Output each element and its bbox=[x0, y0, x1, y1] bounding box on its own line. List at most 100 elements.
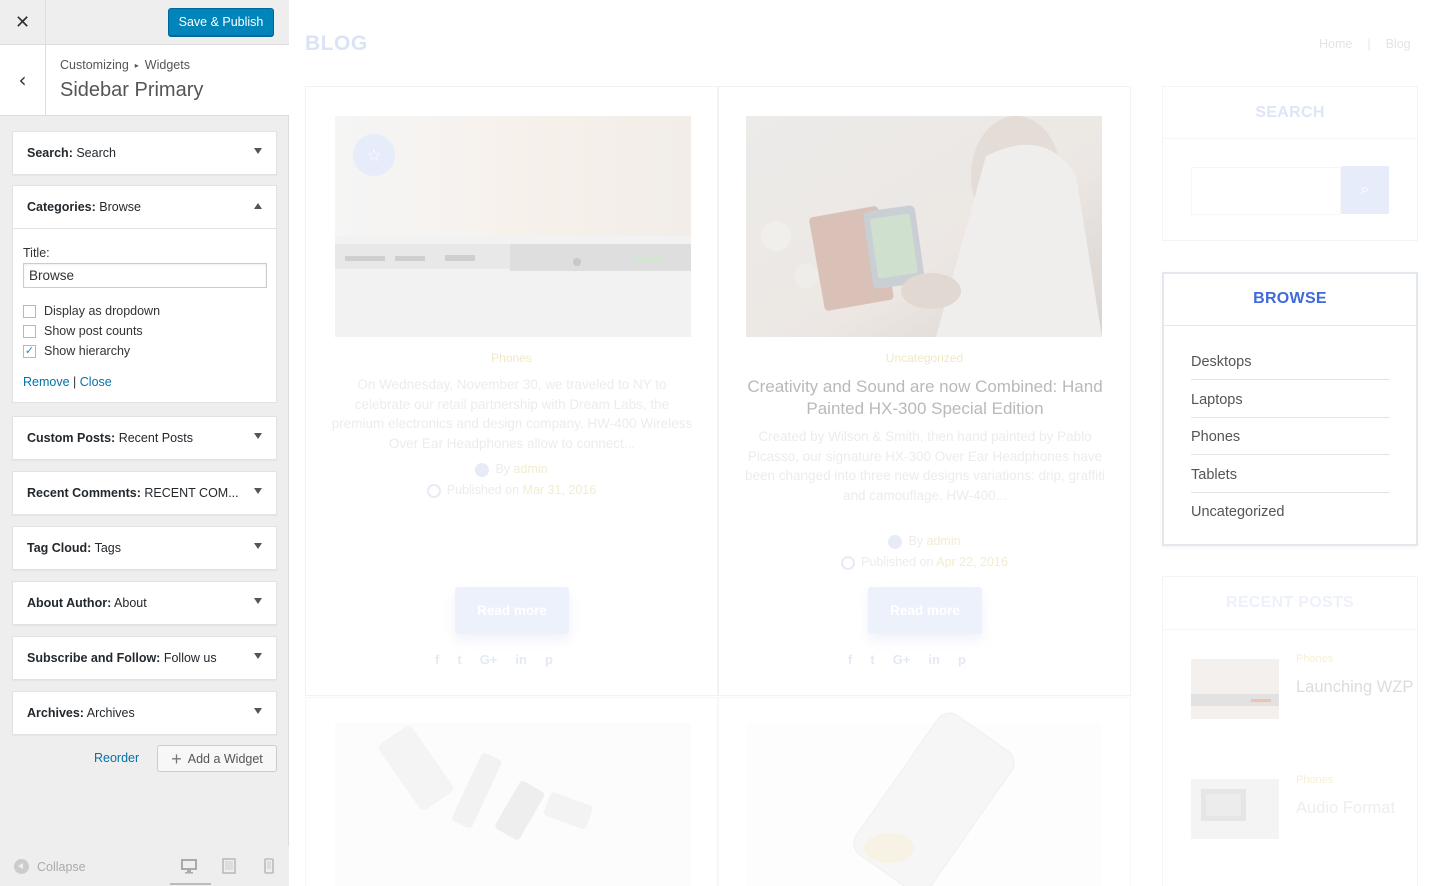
expand-arrow-icon[interactable] bbox=[254, 708, 262, 714]
post-card: Uncategorized Creativity and Sound are n… bbox=[718, 86, 1131, 696]
close-customizer-button[interactable]: ✕ bbox=[0, 0, 46, 45]
post-excerpt: On Wednesday, November 30, we traveled t… bbox=[331, 377, 693, 451]
show-post-counts-checkbox[interactable] bbox=[23, 324, 36, 338]
display-dropdown-checkbox[interactable] bbox=[23, 304, 36, 318]
expand-arrow-icon[interactable] bbox=[254, 543, 262, 549]
read-more-button[interactable]: Read more bbox=[868, 587, 982, 634]
widget-label: Tag Cloud: Tags bbox=[27, 541, 121, 555]
active-device-indicator bbox=[170, 883, 211, 885]
breadcrumb-root: Customizing bbox=[60, 58, 129, 72]
customizer-header: ✕ Save & Publish bbox=[0, 0, 289, 45]
recent-post-thumbnail[interactable] bbox=[1191, 659, 1279, 719]
show-hierarchy-option[interactable]: ✓ Show hierarchy bbox=[23, 344, 130, 358]
expand-arrow-icon[interactable] bbox=[254, 148, 262, 154]
widget-subscribe-follow[interactable]: Subscribe and Follow: Follow us bbox=[12, 636, 277, 680]
mobile-preview-icon[interactable] bbox=[261, 858, 277, 874]
post-category[interactable]: Uncategorized bbox=[719, 351, 1130, 365]
google-plus-icon[interactable]: G+ bbox=[893, 652, 911, 667]
remove-widget-link[interactable]: Remove bbox=[23, 375, 70, 389]
user-icon bbox=[475, 462, 490, 477]
back-button[interactable]: ‹ bbox=[0, 45, 46, 115]
breadcrumb-blog-link[interactable]: Blog bbox=[1386, 37, 1411, 51]
post-category[interactable]: Phones bbox=[306, 351, 717, 365]
category-link-desktops[interactable]: Desktops bbox=[1191, 342, 1390, 380]
expand-arrow-icon[interactable] bbox=[254, 653, 262, 659]
search-input[interactable] bbox=[1191, 167, 1341, 215]
widget-custom-posts[interactable]: Custom Posts: Recent Posts bbox=[12, 416, 277, 460]
save-publish-button[interactable]: Save & Publish bbox=[168, 8, 274, 36]
recent-posts-widget: RECENT POSTS Phones Launching WZP Phones… bbox=[1162, 576, 1418, 886]
widget-categories: Categories: Browse Title: Display as dro… bbox=[12, 185, 277, 403]
show-post-counts-option[interactable]: Show post counts bbox=[23, 324, 143, 338]
breadcrumb-home-link[interactable]: Home bbox=[1319, 37, 1352, 51]
category-link-phones[interactable]: Phones bbox=[1191, 417, 1390, 455]
divider bbox=[1164, 325, 1416, 326]
linkedin-icon[interactable]: in bbox=[515, 652, 527, 667]
chevron-left-icon: ‹ bbox=[18, 68, 27, 92]
post-card bbox=[718, 697, 1131, 886]
section-title: Sidebar Primary bbox=[60, 79, 204, 101]
author-link[interactable]: admin bbox=[514, 462, 548, 476]
expand-arrow-icon[interactable] bbox=[254, 433, 262, 439]
post-image[interactable]: ☆ bbox=[335, 116, 691, 337]
display-dropdown-option[interactable]: Display as dropdown bbox=[23, 304, 160, 318]
breadcrumb-current: Widgets bbox=[144, 58, 190, 72]
clock-icon bbox=[841, 555, 856, 570]
search-widget: SEARCH ⌕ bbox=[1162, 86, 1418, 241]
title-field[interactable] bbox=[23, 263, 267, 288]
facebook-icon[interactable]: f bbox=[435, 652, 439, 667]
breadcrumb-separator: | bbox=[1367, 37, 1371, 51]
share-icons: f t G+ in p bbox=[435, 652, 553, 667]
widget-search[interactable]: Search: Search bbox=[12, 131, 277, 175]
google-plus-icon[interactable]: G+ bbox=[480, 652, 498, 667]
expand-arrow-icon[interactable] bbox=[254, 598, 262, 604]
share-icons: f t G+ in p bbox=[848, 652, 966, 667]
divider bbox=[1163, 138, 1417, 139]
browse-widget: BROWSE Desktops Laptops Phones Tablets U… bbox=[1162, 272, 1418, 546]
widget-recent-comments[interactable]: Recent Comments: RECENT COM... bbox=[12, 471, 277, 515]
widget-archives[interactable]: Archives: Archives bbox=[12, 691, 277, 735]
desktop-preview-icon[interactable] bbox=[181, 858, 197, 874]
pinterest-icon[interactable]: p bbox=[545, 652, 553, 667]
widget-label: Search: Search bbox=[27, 146, 116, 160]
site-preview: BLOG Home | Blog ☆ Phones On Wednesday, … bbox=[290, 0, 1433, 886]
post-image[interactable] bbox=[746, 116, 1102, 337]
recent-post-thumbnail[interactable] bbox=[1191, 779, 1279, 839]
category-link-laptops[interactable]: Laptops bbox=[1191, 380, 1390, 418]
post-date: Published on Apr 22, 2016 bbox=[719, 555, 1130, 570]
recent-post-title[interactable]: Audio Format bbox=[1296, 797, 1395, 819]
close-widget-link[interactable]: Close bbox=[80, 375, 112, 389]
tablet-preview-icon[interactable] bbox=[221, 858, 237, 874]
post-image[interactable] bbox=[719, 698, 1132, 886]
widget-tag-cloud[interactable]: Tag Cloud: Tags bbox=[12, 526, 277, 570]
option-label: Display as dropdown bbox=[44, 304, 161, 318]
svg-text:☆: ☆ bbox=[366, 146, 381, 166]
recent-post-category[interactable]: Phones bbox=[1296, 653, 1333, 665]
add-widget-button[interactable]: + Add a Widget bbox=[157, 745, 277, 772]
show-hierarchy-checkbox[interactable]: ✓ bbox=[23, 344, 36, 358]
linkedin-icon[interactable]: in bbox=[928, 652, 940, 667]
reorder-link[interactable]: Reorder bbox=[94, 751, 139, 765]
category-link-uncategorized[interactable]: Uncategorized bbox=[1191, 492, 1390, 530]
collapse-arrow-icon[interactable] bbox=[254, 203, 262, 209]
widget-label: Archives: Archives bbox=[27, 706, 135, 720]
post-title[interactable]: Creativity and Sound are now Combined: H… bbox=[739, 376, 1111, 420]
collapse-button[interactable]: Collapse bbox=[14, 859, 86, 874]
category-link-tablets[interactable]: Tablets bbox=[1191, 455, 1390, 493]
title-field-label: Title: bbox=[23, 246, 50, 260]
twitter-icon[interactable]: t bbox=[457, 652, 461, 667]
read-more-button[interactable]: Read more bbox=[455, 587, 569, 634]
author-link[interactable]: admin bbox=[927, 534, 961, 548]
widget-categories-header[interactable]: Categories: Browse bbox=[13, 186, 276, 229]
twitter-icon[interactable]: t bbox=[870, 652, 874, 667]
pinterest-icon[interactable]: p bbox=[958, 652, 966, 667]
actions-separator: | bbox=[73, 375, 77, 389]
expand-arrow-icon[interactable] bbox=[254, 488, 262, 494]
option-label: Show post counts bbox=[44, 324, 143, 338]
facebook-icon[interactable]: f bbox=[848, 652, 852, 667]
search-button[interactable]: ⌕ bbox=[1341, 166, 1389, 214]
widget-about-author[interactable]: About Author: About bbox=[12, 581, 277, 625]
post-image[interactable] bbox=[306, 698, 719, 886]
recent-post-title[interactable]: Launching WZP bbox=[1296, 676, 1413, 698]
recent-post-category[interactable]: Phones bbox=[1296, 774, 1333, 786]
